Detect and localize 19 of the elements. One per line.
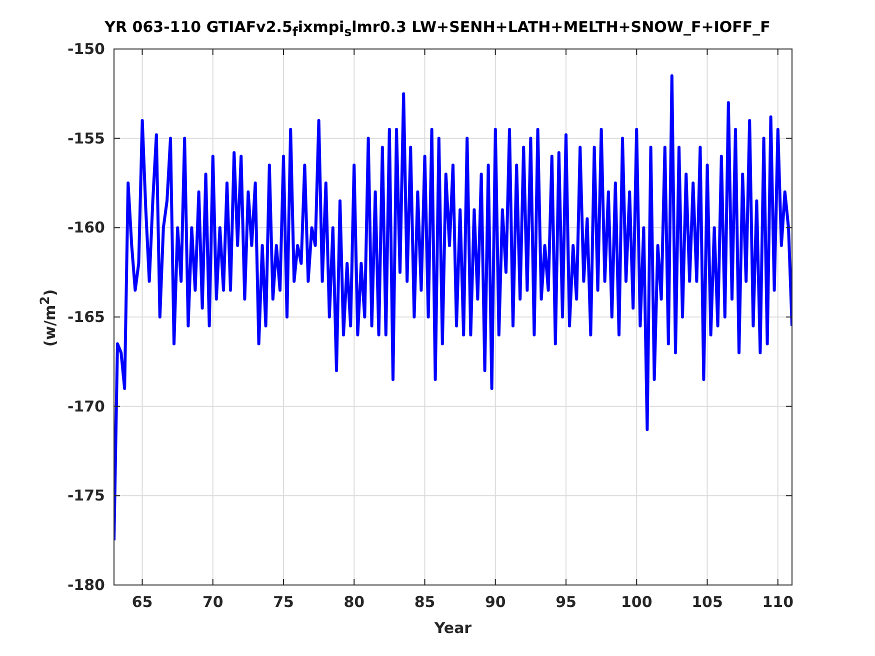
x-tick-label: 80 — [344, 593, 365, 611]
x-tick-label: 100 — [620, 593, 652, 611]
x-axis-label: Year — [434, 619, 472, 637]
x-tick-label: 105 — [692, 593, 723, 611]
y-tick-label: -175 — [67, 486, 105, 505]
x-tick-label: 75 — [273, 593, 294, 611]
chart-title: YR 063-110 GTIAFv2.5$_{f}$ixmpi$_{s}$lmr0.3 LW+SENH+LATH+MELTH+SNOW_F+IOFF_F — [104, 18, 772, 41]
x-tick-label: 85 — [414, 593, 436, 611]
x-tick-label: 90 — [484, 593, 506, 611]
x-tick-label: 70 — [202, 593, 224, 611]
y-tick-label: -170 — [67, 397, 105, 416]
y-tick-label: -180 — [67, 576, 105, 594]
y-tick-label: -150 — [67, 40, 105, 58]
y-tick-label: -155 — [67, 129, 105, 148]
y-tick-label: -165 — [67, 308, 105, 326]
x-tick-label: 95 — [556, 593, 576, 611]
x-tick-label: 110 — [762, 593, 794, 611]
y-tick-label: -160 — [67, 218, 105, 237]
x-tick-label: 65 — [132, 593, 153, 611]
